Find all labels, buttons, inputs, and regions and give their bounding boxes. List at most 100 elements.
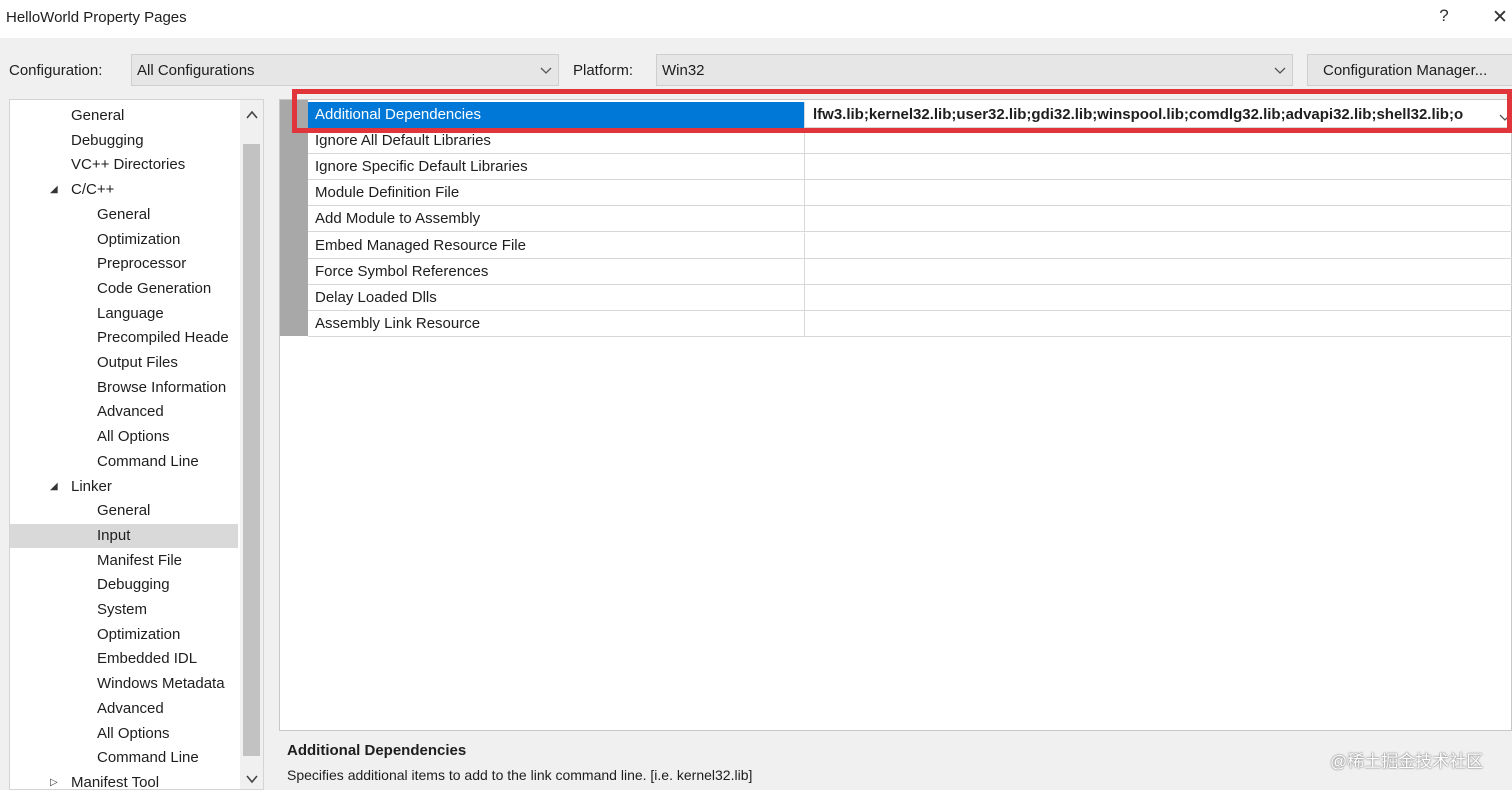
tree-item-manifest-tool[interactable]: ▷ Manifest Tool	[10, 771, 238, 790]
property-tree: General Debugging VC++ Directories ◢ C/C++ Ge…	[9, 99, 264, 790]
tree-item-all-options[interactable]: All Options	[10, 722, 238, 746]
tree-item-browse-information[interactable]: Browse Information	[10, 376, 238, 400]
tree-scrollbar[interactable]	[240, 100, 263, 789]
tree-item-label: All Options	[97, 724, 170, 742]
tree-item-label: Input	[97, 526, 131, 544]
tree-item-label: Manifest File	[97, 551, 183, 569]
tree-item-command-line[interactable]: Command Line	[10, 450, 238, 474]
expanded-triangle-icon[interactable]: ◢	[50, 481, 58, 492]
tree-item-label: Precompiled Heade	[97, 329, 229, 347]
scroll-down-icon[interactable]	[245, 772, 259, 786]
property-name[interactable]: Assembly Link Resource	[308, 310, 805, 337]
property-value[interactable]	[805, 206, 1512, 232]
description-text: Specifies additional items to add to the…	[287, 767, 753, 783]
tree-item-c-c-[interactable]: ◢ C/C++	[10, 178, 238, 202]
tree-item-label: Browse Information	[97, 378, 227, 396]
tree-item-input[interactable]: Input	[10, 523, 238, 548]
property-value[interactable]	[805, 154, 1512, 180]
tree-item-debugging[interactable]: Debugging	[10, 129, 238, 153]
chevron-down-icon	[1274, 64, 1286, 76]
property-row[interactable]: Module Definition File	[308, 180, 1512, 207]
platform-label: Platform:	[573, 62, 634, 79]
tree-item-label: Advanced	[97, 699, 164, 717]
property-row[interactable]: Force Symbol References	[308, 258, 1512, 285]
tree-item-windows-metadata[interactable]: Windows Metadata	[10, 672, 238, 696]
property-value[interactable]	[805, 233, 1512, 259]
scrollbar-thumb[interactable]	[243, 144, 260, 756]
tree-item-code-generation[interactable]: Code Generation	[10, 277, 238, 301]
tree-item-precompiled-heade[interactable]: Precompiled Heade	[10, 326, 238, 350]
property-name[interactable]: Force Symbol References	[308, 258, 805, 285]
tree-item-preprocessor[interactable]: Preprocessor	[10, 252, 238, 276]
configuration-label: Configuration:	[9, 62, 103, 79]
property-row[interactable]: Ignore All Default Libraries	[308, 128, 1512, 155]
expanded-triangle-icon[interactable]: ◢	[50, 184, 58, 195]
tree-item-optimization[interactable]: Optimization	[10, 623, 238, 647]
chevron-down-icon[interactable]	[1499, 110, 1511, 122]
tree-item-label: Manifest Tool	[71, 773, 160, 790]
platform-value: Win32	[662, 62, 705, 79]
property-row[interactable]: Ignore Specific Default Libraries	[308, 154, 1512, 181]
configuration-dropdown[interactable]: All Configurations	[131, 54, 559, 86]
property-row[interactable]: Assembly Link Resource	[308, 310, 1512, 337]
close-button[interactable]: ✕	[1492, 6, 1512, 28]
property-name[interactable]: Additional Dependencies	[308, 102, 805, 128]
property-row[interactable]: Embed Managed Resource File	[308, 232, 1512, 259]
tree-item-label: Command Line	[97, 452, 199, 470]
tree-item-label: Output Files	[97, 354, 178, 371]
tree-item-label: Code Generation	[97, 279, 212, 297]
window-title: HelloWorld Property Pages	[6, 9, 187, 26]
property-value[interactable]	[805, 259, 1512, 285]
collapsed-triangle-icon[interactable]: ▷	[50, 777, 58, 788]
help-button[interactable]: ?	[1436, 6, 1452, 28]
tree-item-linker[interactable]: ◢ Linker	[10, 475, 238, 499]
tree-item-system[interactable]: System	[10, 598, 238, 622]
tree-item-label: Windows Metadata	[97, 675, 225, 693]
tree-item-language[interactable]: Language	[10, 302, 238, 326]
property-name[interactable]: Ignore All Default Libraries	[308, 128, 805, 155]
chevron-down-icon	[540, 64, 552, 76]
tree-item-label: Language	[97, 304, 164, 322]
tree-item-label: Optimization	[97, 230, 181, 248]
title-bar: HelloWorld Property Pages ? ✕	[0, 0, 1512, 38]
property-value[interactable]	[805, 285, 1512, 311]
tree-item-vc-directories[interactable]: VC++ Directories	[10, 153, 238, 177]
property-value[interactable]	[805, 128, 1512, 154]
tree-item-label: Preprocessor	[97, 255, 187, 273]
tree-item-manifest-file[interactable]: Manifest File	[10, 549, 238, 573]
configuration-value: All Configurations	[137, 62, 255, 79]
property-value[interactable]: lfw3.lib;kernel32.lib;user32.lib;gdi32.l…	[805, 102, 1512, 128]
tree-item-label: Linker	[71, 477, 112, 495]
tree-item-label: Embedded IDL	[97, 650, 198, 668]
property-name[interactable]: Delay Loaded Dlls	[308, 284, 805, 311]
configuration-manager-button[interactable]: Configuration Manager...	[1307, 54, 1512, 86]
tree-item-general[interactable]: General	[10, 104, 238, 128]
tree-item-label: Command Line	[97, 749, 199, 767]
property-value[interactable]	[805, 311, 1512, 337]
property-name[interactable]: Ignore Specific Default Libraries	[308, 154, 805, 181]
property-name[interactable]: Module Definition File	[308, 180, 805, 207]
tree-item-general[interactable]: General	[10, 499, 238, 523]
tree-item-optimization[interactable]: Optimization	[10, 228, 238, 252]
tree-item-command-line[interactable]: Command Line	[10, 746, 238, 770]
platform-dropdown[interactable]: Win32	[656, 54, 1293, 86]
property-name[interactable]: Add Module to Assembly	[308, 206, 805, 233]
tree-item-advanced[interactable]: Advanced	[10, 697, 238, 721]
property-row[interactable]: Add Module to Assembly	[308, 206, 1512, 233]
tree-item-label: Debugging	[71, 131, 144, 149]
tree-item-all-options[interactable]: All Options	[10, 425, 238, 449]
property-row[interactable]: Additional Dependencies lfw3.lib;kernel32…	[308, 102, 1512, 128]
tree-item-embedded-idl[interactable]: Embedded IDL	[10, 647, 238, 671]
property-name[interactable]: Embed Managed Resource File	[308, 232, 805, 259]
tree-item-general[interactable]: General	[10, 203, 238, 227]
tree-item-debugging[interactable]: Debugging	[10, 573, 238, 597]
tree-item-advanced[interactable]: Advanced	[10, 400, 238, 424]
tree-item-label: Advanced	[97, 403, 164, 421]
grid-gutter	[280, 100, 308, 336]
tree-item-output-files[interactable]: Output Files	[10, 351, 238, 375]
description-panel: Additional Dependencies Specifies additi…	[279, 737, 1512, 790]
scroll-up-icon[interactable]	[245, 108, 259, 122]
tree-item-label: Debugging	[97, 576, 170, 594]
property-row[interactable]: Delay Loaded Dlls	[308, 284, 1512, 311]
property-value[interactable]	[805, 180, 1512, 206]
